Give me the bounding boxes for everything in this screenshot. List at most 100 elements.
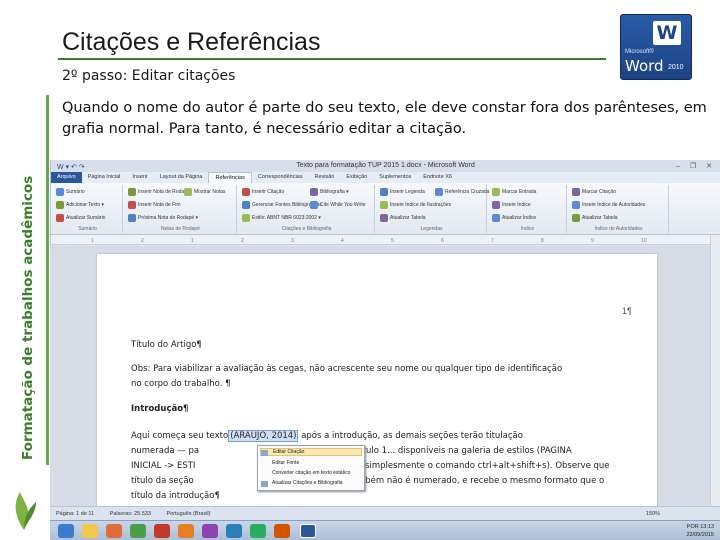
status-zoom[interactable]: 150% <box>646 507 660 521</box>
mail-icon[interactable] <box>226 524 242 538</box>
menu-edit-citation-label: Editar Citação <box>273 449 305 455</box>
tab-4[interactable]: Referências <box>208 172 252 183</box>
ribbon-item[interactable]: Estilo: ABNT NBR 6023:2002 ▾ <box>252 215 321 221</box>
app-icon[interactable] <box>202 524 218 538</box>
doc-line-obs-1: Obs: Para viabilizar a avaliação às cega… <box>131 364 563 374</box>
doc-line-heading: Introdução¶ <box>131 404 189 414</box>
ribbon-item[interactable]: Adicionar Texto ▾ <box>66 202 104 208</box>
ribbon-item-icon <box>128 214 136 222</box>
leaf-logo-icon <box>15 492 36 530</box>
ribbon-item-icon <box>492 214 500 222</box>
menu-convert-static[interactable]: Converter citação em texto estático <box>272 470 350 476</box>
title-divider <box>58 58 606 60</box>
doc-line-7b: mbém não é numerado, e recebe o mesmo fo… <box>357 476 605 486</box>
ribbon-group-label: Sumário <box>78 226 97 232</box>
ribbon-item[interactable]: Atualizar Tabela <box>582 215 618 221</box>
logo-microsoft: Microsoft® <box>625 49 654 55</box>
ribbon-item-icon <box>56 188 64 196</box>
media-icon[interactable] <box>106 524 122 538</box>
menu-update-citations[interactable]: Atualizar Citações e Bibliografia <box>272 480 343 486</box>
instruction-text: Quando o nome do autor é parte do seu te… <box>62 100 707 137</box>
status-page[interactable]: Página: 1 de 11 <box>56 511 94 517</box>
ribbon-item[interactable]: Marcar Entrada <box>502 189 536 195</box>
word-w-icon: W <box>653 21 681 45</box>
pdf-icon[interactable] <box>154 524 170 538</box>
tab-1[interactable]: Página Inicial <box>82 172 127 183</box>
tab-2[interactable]: Inserir <box>126 172 153 183</box>
status-language[interactable]: Português (Brasil) <box>166 511 210 517</box>
page-subtitle: 2º passo: Editar citações <box>62 68 236 84</box>
ribbon-item[interactable]: Atualizar Tabela <box>390 215 426 221</box>
ribbon-item[interactable]: Bibliografia ▾ <box>320 189 349 195</box>
doc-line-7a: título da seção <box>131 476 194 486</box>
tab-7[interactable]: Exibição <box>340 172 373 183</box>
ribbon-item[interactable]: Atualizar Índice <box>502 215 536 221</box>
ribbon-item[interactable]: Inserir Nota de Rodapé <box>138 189 190 195</box>
ribbon-item[interactable]: Inserir Nota de Fim <box>138 202 181 208</box>
ribbon-item-icon <box>380 214 388 222</box>
ribbon-group-0: Sumário Adicionar Texto ▾ Atualizar Sumári… <box>53 185 123 233</box>
tab-9[interactable]: Endnote X6 <box>417 172 458 183</box>
ribbon-item-icon <box>492 188 500 196</box>
start-icon[interactable] <box>58 524 74 538</box>
page-title: Citações e Referências <box>62 28 321 56</box>
taskbar: POR 13:13 22/09/2015 <box>50 520 720 540</box>
ribbon-item[interactable]: Sumário <box>66 189 85 195</box>
ribbon-item[interactable]: Inserir Índice <box>502 202 531 208</box>
side-band: Formatação de trabalhos acadêmicos <box>0 0 50 540</box>
tab-3[interactable]: Layout da Página <box>154 172 209 183</box>
logo-word: Word <box>625 57 664 75</box>
ribbon-item-icon <box>242 188 250 196</box>
explorer-icon[interactable] <box>82 524 98 538</box>
ribbon-item[interactable]: Cite While You Write <box>320 202 365 208</box>
powerpoint-icon[interactable] <box>274 524 290 538</box>
menu-edit-source[interactable]: Editar Fonte <box>272 460 299 466</box>
ribbon-item[interactable]: Próxima Nota de Rodapé ▾ <box>138 215 198 221</box>
ribbon-item[interactable]: Inserir Citação <box>252 189 284 195</box>
ribbon-item-icon <box>572 214 580 222</box>
citation-field[interactable]: (ARAUJO, 2014) <box>228 430 299 442</box>
chrome-icon[interactable] <box>178 524 194 538</box>
doc-line-6b: u simplesmente o comando ctrl+alt+shift+… <box>357 461 610 471</box>
ribbon-item-icon <box>242 214 250 222</box>
ribbon-item[interactable]: Marcar Citação <box>582 189 616 195</box>
ribbon-item[interactable]: Inserir Legenda <box>390 189 425 195</box>
status-words[interactable]: Palavras: 25.533 <box>110 511 151 517</box>
ribbon: Sumário Adicionar Texto ▾ Atualizar Sumári… <box>51 183 720 235</box>
ribbon-item[interactable]: Inserir Índice de Autoridades <box>582 202 645 208</box>
tab-5[interactable]: Correspondências <box>252 172 309 183</box>
ruler[interactable]: 1 2 1 2 3 4 5 6 7 8 9 10 <box>51 235 720 245</box>
ribbon-item-icon <box>572 201 580 209</box>
vertical-scrollbar[interactable] <box>710 235 720 526</box>
ribbon-item-icon <box>242 201 250 209</box>
citation-context-menu: Editar Citação Editar Fonte Converter ci… <box>257 445 365 491</box>
update-citations-icon <box>261 481 268 487</box>
ribbon-group-label: Citações e Bibliografia <box>281 226 332 232</box>
ribbon-item-icon <box>380 188 388 196</box>
browser-icon[interactable] <box>130 524 146 538</box>
ribbon-tabs: Arquivo Página Inicial Inserir Layout da Pá… <box>51 172 720 183</box>
side-accent-bar <box>46 95 49 465</box>
tab-6[interactable]: Revisão <box>308 172 340 183</box>
ribbon-item-icon <box>310 188 318 196</box>
window-title: Texto para formatação TUP 2015 1.docx - … <box>296 162 475 169</box>
doc-line-intro: Aqui começa seu texto (ARAUJO, 2014) após… <box>131 430 523 442</box>
tab-8[interactable]: Suplementos <box>373 172 417 183</box>
doc-line-8: título da introdução¶ <box>131 491 220 501</box>
ribbon-group-label: Índice <box>520 226 535 232</box>
window-controls[interactable]: – ❐ ✕ <box>676 161 716 173</box>
ribbon-group-label: Legendas <box>420 226 443 232</box>
ribbon-item[interactable]: Atualizar Sumário <box>66 215 105 221</box>
ribbon-item[interactable]: Mostrar Notas <box>194 189 225 195</box>
side-label: Formatação de trabalhos acadêmicos <box>20 175 36 460</box>
ribbon-item-icon <box>310 201 318 209</box>
excel-icon[interactable] <box>250 524 266 538</box>
ribbon-item[interactable]: Referência Cruzada <box>445 189 489 195</box>
quick-access-toolbar[interactable]: W ▾ ↶ ↷ <box>57 162 85 174</box>
ribbon-group-1: Inserir Nota de Rodapé Inserir Nota de Fi… <box>125 185 237 233</box>
word-taskbar-icon[interactable] <box>300 524 316 538</box>
doc-line-obs-2: no corpo do trabalho. ¶ <box>131 379 231 389</box>
menu-edit-citation[interactable]: Editar Citação <box>260 448 362 456</box>
doc-line-6a: INICIAL -> ESTI <box>131 461 196 471</box>
ribbon-item[interactable]: Inserir Índice de Ilustrações <box>390 202 451 208</box>
